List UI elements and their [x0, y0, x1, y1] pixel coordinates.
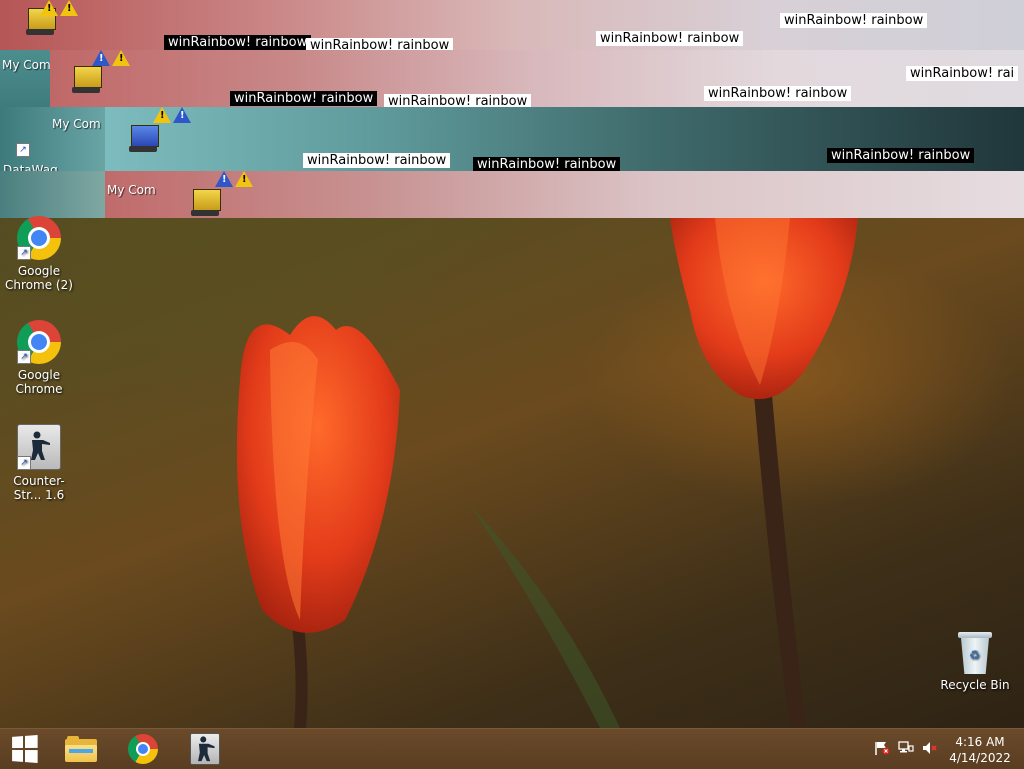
counter-strike-icon — [190, 733, 220, 765]
warning-icon — [215, 171, 233, 187]
warning-icon — [60, 0, 78, 16]
volume-muted-icon[interactable] — [922, 741, 938, 755]
start-button[interactable] — [0, 732, 48, 766]
clock-date: 4/14/2022 — [949, 751, 1011, 765]
glitch-caption: DataWag — [3, 163, 58, 171]
network-icon[interactable] — [898, 741, 914, 755]
glitch-caption: My Com — [107, 183, 156, 197]
glitch-strip: My Com — [105, 171, 1024, 218]
taskbar: 4:16 AM 4/14/2022 — [0, 728, 1024, 769]
glitch-caption: My Com — [2, 58, 50, 72]
glitch-strip: winRainbow! rainbow winRainbow! rainbow … — [0, 0, 1024, 50]
windows-logo-icon — [12, 735, 38, 763]
desktop-icon-google-chrome-2[interactable]: ↗ Google Chrome (2) — [1, 216, 77, 292]
glitch-caption: My Com — [52, 117, 101, 131]
glitch-label: winRainbow! rainbow — [303, 153, 451, 168]
warning-icon — [173, 107, 191, 123]
computer-icon — [127, 125, 159, 153]
glitch-label: winRainbow! rainbow — [306, 38, 454, 50]
glitch-strip: My Com — [0, 50, 50, 107]
glitch-label: winRainbow! rainbow — [596, 31, 744, 46]
warning-icon — [40, 0, 58, 16]
glitch-label: winRainbow! rainbow — [704, 86, 852, 101]
clock-time: 4:16 AM — [955, 735, 1005, 749]
warning-icon — [92, 50, 110, 66]
warning-icon — [153, 107, 171, 123]
taskbar-file-explorer[interactable] — [57, 732, 105, 766]
glitch-label: winRainbow! rainbow — [230, 91, 378, 106]
desktop-icon-label: Counter-Str... 1.6 — [13, 474, 65, 502]
folder-icon — [65, 736, 97, 762]
glitch-label: winRainbow! rainbow — [164, 35, 312, 50]
taskbar-google-chrome[interactable] — [119, 732, 167, 766]
chrome-icon — [128, 734, 158, 764]
desktop-icon-google-chrome[interactable]: ↗ Google Chrome — [1, 320, 77, 396]
action-center-flag-icon[interactable] — [874, 741, 890, 755]
system-clock[interactable]: 4:16 AM 4/14/2022 — [944, 734, 1016, 766]
shortcut-arrow-icon: ↗ — [17, 350, 31, 364]
warning-icon — [112, 50, 130, 66]
desktop-icon-label: Google Chrome — [15, 368, 63, 396]
glitch-strip: winRainbow! rai winRainbow! rainbow winR… — [50, 50, 1024, 107]
desktop-icon-label: Google Chrome (2) — [5, 264, 73, 292]
glitch-label: winRainbow! rainbow — [780, 13, 928, 28]
recycle-bin-icon: ♻ — [958, 632, 992, 674]
desktop-icon-counter-strike[interactable]: ↗ Counter-Str... 1.6 — [1, 424, 77, 502]
shortcut-arrow-icon: ↗ — [17, 246, 31, 260]
shortcut-arrow-icon: ↗ — [16, 143, 30, 157]
glitch-label: winRainbow! rainbow — [384, 94, 532, 107]
glitch-label: winRainbow! rainbow — [473, 157, 621, 171]
shortcut-arrow-icon: ↗ — [17, 456, 31, 470]
glitch-label: winRainbow! rainbow — [827, 148, 975, 163]
computer-warning-icon — [189, 189, 221, 217]
glitch-label: winRainbow! rai — [906, 66, 1019, 81]
taskbar-counter-strike[interactable] — [181, 732, 229, 766]
desktop[interactable]: winRainbow! rainbow winRainbow! rainbow … — [0, 0, 1024, 728]
desktop-icon-label: Recycle Bin — [940, 678, 1010, 692]
computer-warning-icon — [70, 66, 102, 94]
glitch-strip — [0, 171, 105, 218]
glitch-strip: winRainbow! rainbow winRainbow! rainbow … — [105, 107, 1024, 171]
desktop-icon-recycle-bin[interactable]: ♻ Recycle Bin — [937, 632, 1013, 692]
glitch-strip: My Com ↗ DataWag — [0, 107, 105, 171]
warning-icon — [235, 171, 253, 187]
